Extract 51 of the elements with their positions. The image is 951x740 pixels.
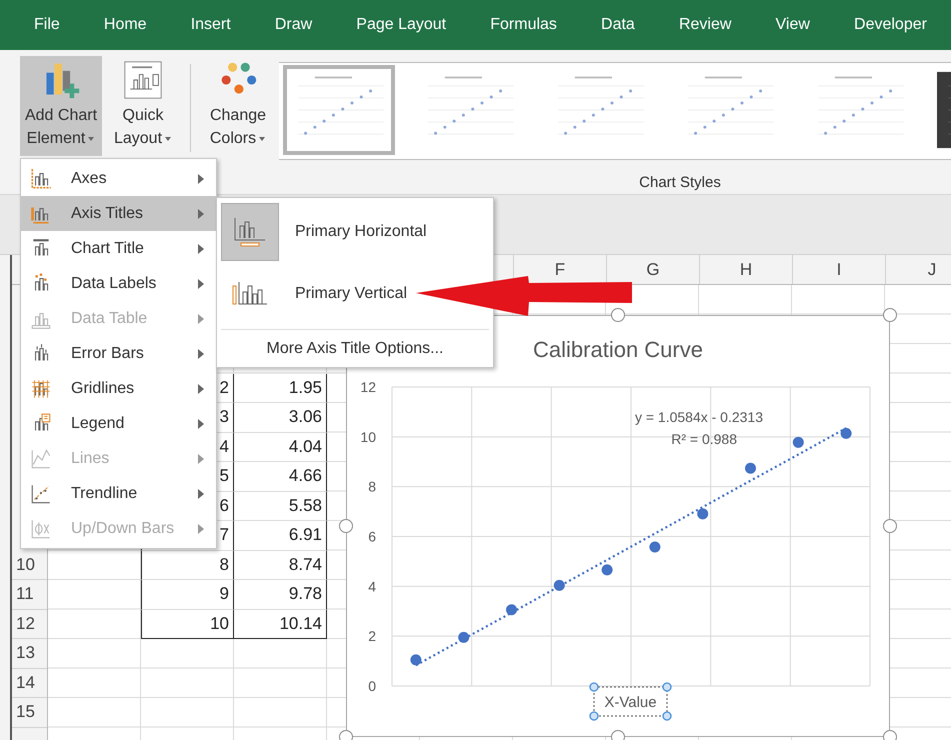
axis-tick-label: 12 [360, 379, 376, 395]
ribbon-button[interactable]: Add Chart Element [20, 56, 102, 156]
menu-item[interactable]: Axis Titles [21, 196, 216, 231]
ribbon-tab[interactable]: Insert [184, 12, 237, 38]
row-header[interactable]: 13 [12, 639, 47, 668]
ribbon-button[interactable]: Change Colors [197, 56, 279, 156]
column-header[interactable]: I [792, 255, 885, 284]
menu-item[interactable]: Error Bars [21, 336, 216, 371]
table-cell: 4.66 [234, 462, 327, 492]
table-cell: 10.14 [234, 610, 327, 639]
r-squared-label: R² = 0.988 [671, 431, 737, 447]
ribbon-tab[interactable]: Developer [848, 12, 933, 38]
row-header[interactable]: 10 [12, 550, 47, 580]
table-cell: 3.06 [234, 403, 327, 432]
axis-tick-label: 6 [368, 528, 376, 544]
group-label: Chart Styles [639, 174, 721, 191]
table-cell: 5.58 [234, 492, 327, 521]
row-header[interactable]: 11 [12, 580, 47, 610]
table-cell: 8 [141, 550, 234, 580]
row-header[interactable]: 15 [12, 698, 47, 728]
ribbon-tab[interactable]: View [770, 12, 816, 38]
ribbon-button[interactable]: Quick Layout [102, 56, 184, 156]
chart-title: Calibration Curve [533, 337, 703, 362]
ribbon-tab[interactable]: Page Layout [350, 12, 452, 38]
menu-item[interactable]: Primary Horizontal [221, 201, 433, 263]
axis-tick-label: 10 [360, 428, 376, 445]
ribbon-tab[interactable]: Formulas [484, 12, 563, 38]
axis-tick-label: 0 [368, 678, 376, 694]
axis-tick-label: 8 [368, 478, 376, 495]
table-cell: 4.04 [234, 432, 327, 462]
ribbon-tab[interactable]: Review [672, 12, 738, 38]
ribbon-tab[interactable]: File [28, 12, 66, 38]
x-axis-title: X-Value [604, 694, 657, 711]
ribbon-tab[interactable]: Draw [268, 12, 318, 38]
table-cell: 8.74 [234, 550, 327, 580]
table-cell: 10 [141, 610, 234, 639]
menu-item[interactable]: Axes [21, 161, 216, 196]
column-header[interactable]: J [885, 255, 951, 284]
axis-tick-label: 2 [368, 628, 376, 644]
row-header[interactable]: 14 [12, 668, 47, 698]
row-header[interactable]: 12 [12, 610, 47, 639]
menu-item[interactable]: Chart Title [21, 231, 216, 266]
table-cell: 9 [141, 580, 234, 610]
trendline-equation: y = 1.0584x - 0.2313 [634, 409, 764, 425]
column-header[interactable]: H [699, 255, 792, 284]
table-cell: 6.91 [234, 521, 327, 550]
axis-tick-label: 4 [368, 578, 376, 594]
menu-item[interactable]: Data Labels [21, 266, 216, 301]
table-cell: 9.78 [234, 580, 327, 610]
ribbon-tab[interactable]: Home [98, 12, 153, 38]
ribbon-tab[interactable]: Data [595, 12, 641, 38]
